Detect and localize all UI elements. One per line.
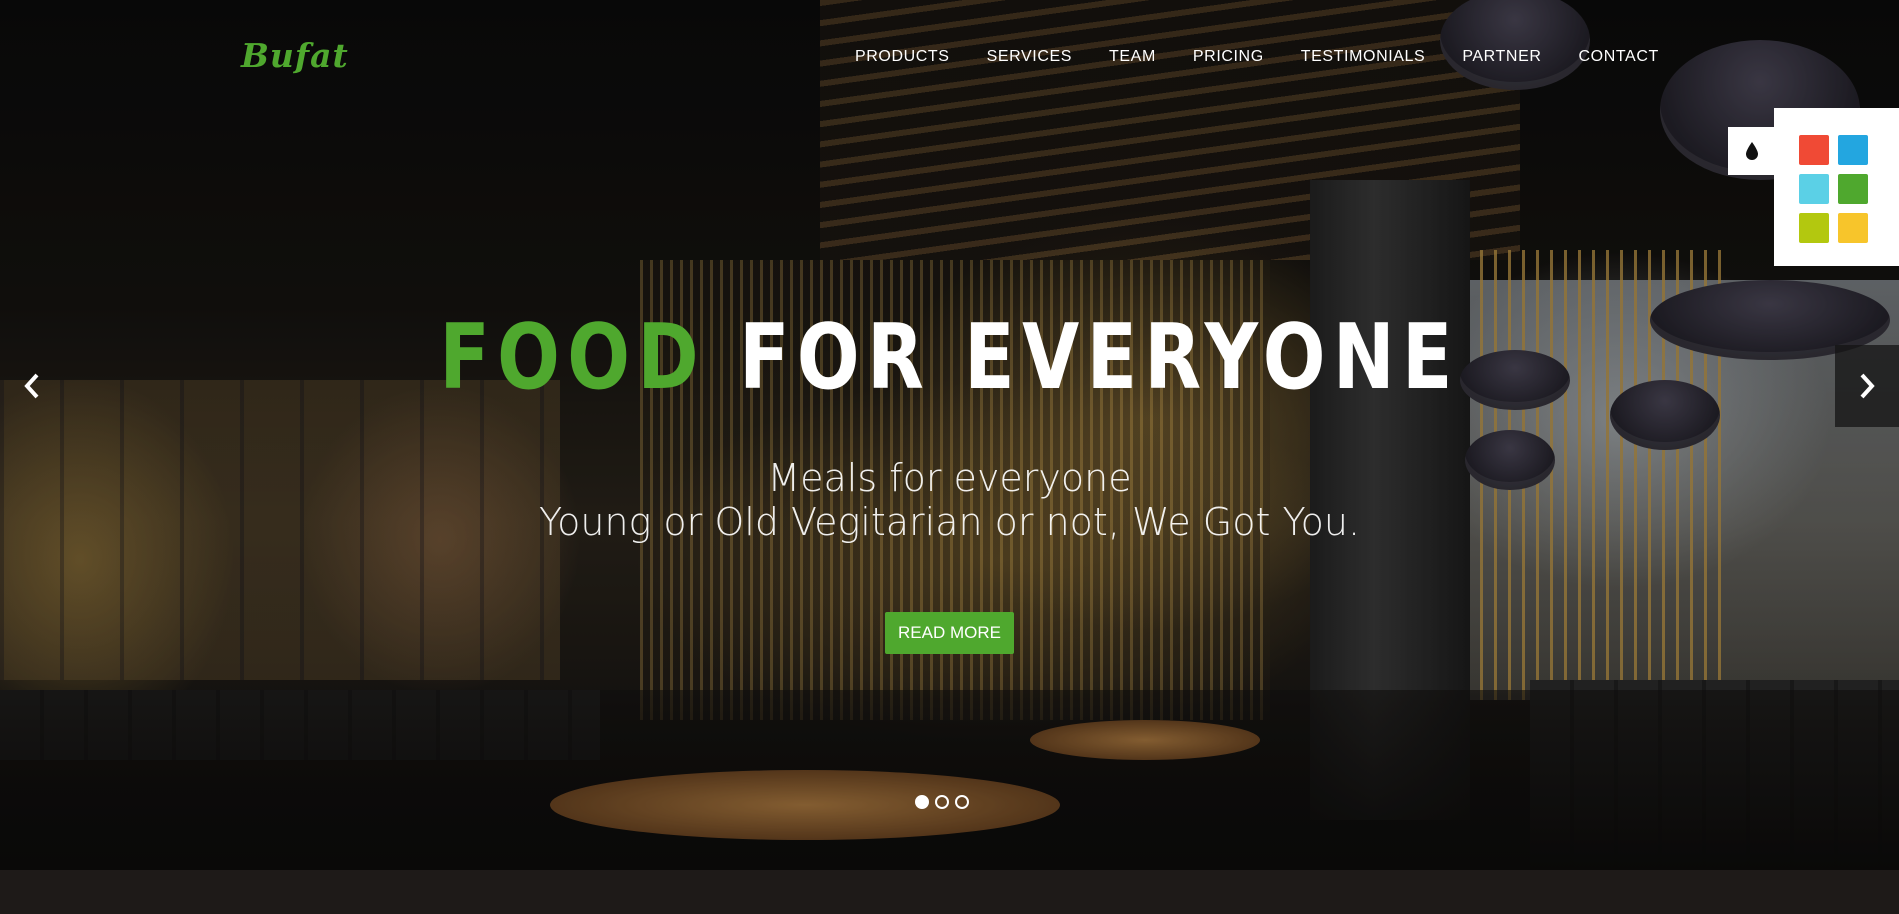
- color-swatch-cyan[interactable]: [1799, 174, 1829, 204]
- hero-title: FOOD FOR EVERYONE: [171, 305, 1728, 410]
- swatch-grid: [1799, 135, 1899, 243]
- nav-item-team[interactable]: TEAM: [1109, 48, 1156, 66]
- hero-subtitle-line2: Young or Old Vegitarian or not, We Got Y…: [538, 500, 1361, 544]
- color-switcher-panel: [1774, 108, 1899, 266]
- chevron-right-icon: [1860, 373, 1875, 399]
- droplet-icon: [1746, 142, 1758, 160]
- color-swatch-red[interactable]: [1799, 135, 1829, 165]
- nav-item-testimonials[interactable]: TESTIMONIALS: [1301, 48, 1426, 66]
- footer-band: [0, 870, 1899, 914]
- nav-item-pricing[interactable]: PRICING: [1193, 48, 1264, 66]
- color-switcher-toggle[interactable]: [1728, 127, 1776, 175]
- hero-title-rest: FOR EVERYONE: [739, 305, 1460, 410]
- nav-item-contact[interactable]: CONTACT: [1579, 48, 1659, 66]
- nav-item-products[interactable]: PRODUCTS: [855, 48, 950, 66]
- main-nav: PRODUCTS SERVICES TEAM PRICING TESTIMONI…: [855, 48, 1696, 66]
- carousel-dot[interactable]: [955, 795, 969, 809]
- brand-logo[interactable]: Bufat: [241, 36, 349, 75]
- carousel-next-button[interactable]: [1835, 345, 1899, 427]
- hero-overlay: [0, 0, 1899, 870]
- color-swatch-yellow[interactable]: [1838, 213, 1868, 243]
- nav-item-partner[interactable]: PARTNER: [1462, 48, 1541, 66]
- nav-item-services[interactable]: SERVICES: [987, 48, 1072, 66]
- chevron-left-icon: [24, 373, 39, 399]
- carousel-dot[interactable]: [915, 795, 929, 809]
- read-more-button[interactable]: READ MORE: [885, 612, 1014, 654]
- carousel-prev-button[interactable]: [0, 345, 64, 427]
- color-swatch-lime[interactable]: [1799, 213, 1829, 243]
- hero-subtitle-line1: Meals for everyone: [767, 456, 1132, 500]
- hero-background: [0, 0, 1899, 870]
- color-swatch-blue[interactable]: [1838, 135, 1868, 165]
- carousel-indicators: [915, 795, 969, 809]
- carousel-dot[interactable]: [935, 795, 949, 809]
- color-swatch-green[interactable]: [1838, 174, 1868, 204]
- hero-title-accent: FOOD: [439, 305, 707, 410]
